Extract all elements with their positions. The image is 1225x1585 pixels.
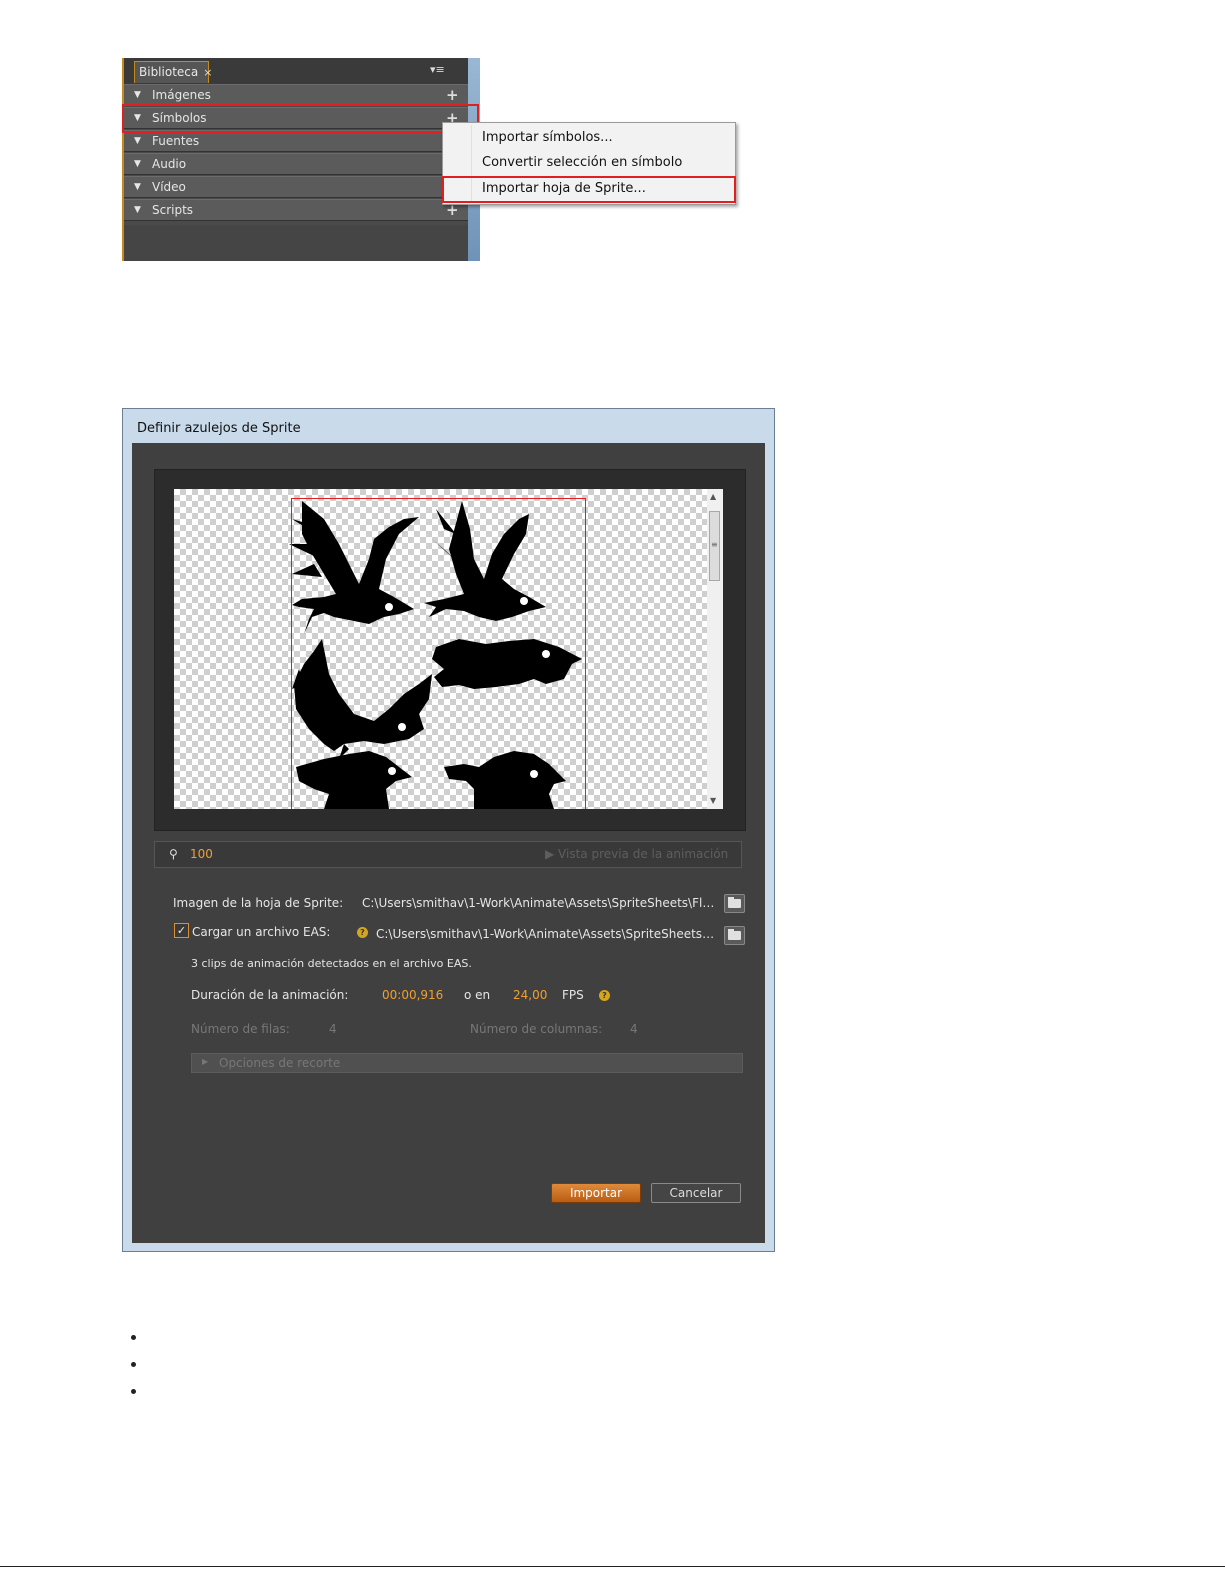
chevron-down-icon: ▼	[134, 182, 141, 192]
callout-highlight-sprite	[442, 176, 736, 203]
rows-label: Número de filas:	[191, 1022, 290, 1036]
dialog-body: ▲ ≡ ▼ ⚲ 100 ▶ Vista previa de la animaci…	[132, 443, 765, 1243]
library-empty-area	[124, 225, 468, 261]
panel-menu-icon[interactable]: ▾≡	[430, 63, 445, 76]
tab-biblioteca[interactable]: Biblioteca ×	[134, 61, 212, 83]
sprite-tiles-dialog: Definir azulejos de Sprite ▲ ≡ ▼ ⚲ 100 ▶…	[122, 408, 775, 1252]
chevron-down-icon: ▼	[134, 90, 141, 100]
import-button[interactable]: Importar	[551, 1183, 641, 1203]
search-icon: ⚲	[169, 847, 178, 861]
sprite-selection-frame	[291, 498, 586, 809]
browse-eas-button[interactable]	[724, 926, 745, 945]
or-in-label: o en	[464, 988, 491, 1002]
preview-frame: ▲ ≡ ▼	[154, 469, 746, 831]
library-panel: Biblioteca × ▾≡ ▼ Imágenes + ▼ Símbolos +…	[122, 58, 480, 261]
library-section-video[interactable]: ▼ Vídeo	[124, 176, 468, 198]
crop-options-section: ▶ Opciones de recorte	[191, 1053, 743, 1073]
cols-label: Número de columnas:	[470, 1022, 603, 1036]
zoom-value[interactable]: 100	[190, 847, 213, 861]
library-section-fuentes[interactable]: ▼ Fuentes	[124, 130, 468, 152]
library-tab-bar: Biblioteca × ▾≡	[124, 58, 468, 84]
scroll-down-icon[interactable]: ▼	[710, 796, 716, 805]
section-label: Audio	[152, 157, 187, 171]
menu-item-importar-simbolos[interactable]: Importar símbolos...	[482, 126, 613, 150]
list-bullet	[131, 1389, 136, 1394]
menu-item-convertir-seleccion[interactable]: Convertir selección en símbolo	[482, 151, 682, 175]
sprite-image-label: Imagen de la hoja de Sprite:	[173, 896, 344, 910]
preview-scrollbar[interactable]: ▲ ≡ ▼	[707, 489, 723, 809]
tab-label: Biblioteca	[139, 65, 199, 79]
plus-icon[interactable]: +	[446, 85, 459, 106]
cancel-button[interactable]: Cancelar	[651, 1183, 741, 1203]
help-icon[interactable]: ?	[599, 990, 610, 1001]
library-section-scripts[interactable]: ▼ Scripts +	[124, 199, 468, 221]
rows-value: 4	[329, 1022, 337, 1036]
section-label: Fuentes	[152, 134, 200, 148]
sprite-image-path[interactable]: C:\Users\smithav\1-Work\Animate\Assets\S…	[362, 896, 719, 910]
section-label: Imágenes	[152, 88, 211, 102]
crop-options-label: Opciones de recorte	[219, 1056, 341, 1070]
close-icon[interactable]: ×	[203, 66, 212, 79]
dialog-title: Definir azulejos de Sprite	[137, 421, 301, 436]
preview-animation-label: Vista previa de la animación	[558, 847, 729, 861]
cols-value: 4	[630, 1022, 638, 1036]
list-bullet	[131, 1362, 136, 1367]
callout-highlight-simbolos	[122, 104, 479, 133]
chevron-down-icon: ▼	[134, 205, 141, 215]
grip-icon: ≡	[711, 540, 718, 549]
folder-icon	[728, 897, 741, 908]
eas-file-path[interactable]: C:\Users\smithav\1-Work\Animate\Assets\S…	[376, 927, 718, 941]
section-label: Scripts	[152, 203, 194, 217]
duration-label: Duración de la animación:	[191, 988, 349, 1002]
chevron-down-icon: ▼	[134, 136, 141, 146]
chevron-right-icon: ▶	[202, 1057, 209, 1066]
library-section-imagenes[interactable]: ▼ Imágenes +	[124, 84, 468, 106]
eas-checkbox-label: Cargar un archivo EAS:	[192, 925, 331, 939]
chevron-down-icon: ▼	[134, 159, 141, 169]
footer-rule	[0, 1566, 1225, 1567]
fps-label: FPS	[562, 988, 584, 1002]
browse-sprite-button[interactable]	[724, 894, 745, 913]
fps-value[interactable]: 24,00	[513, 988, 547, 1002]
library-section-audio[interactable]: ▼ Audio	[124, 153, 468, 175]
zoom-bar: ⚲ 100 ▶ Vista previa de la animación	[154, 841, 742, 868]
scroll-thumb[interactable]: ≡	[709, 511, 720, 581]
preview-animation-button[interactable]: ▶ Vista previa de la animación	[545, 847, 728, 861]
scroll-up-icon[interactable]: ▲	[710, 492, 716, 501]
sprite-preview-canvas[interactable]	[174, 489, 707, 809]
folder-icon	[728, 929, 741, 940]
eas-info-text: 3 clips de animación detectados en el ar…	[191, 957, 472, 970]
duration-value[interactable]: 00:00,916	[382, 988, 443, 1002]
section-label: Vídeo	[152, 180, 186, 194]
list-bullet	[131, 1335, 136, 1340]
eas-checkbox[interactable]: ✓	[174, 923, 189, 938]
help-icon[interactable]: ?	[357, 927, 368, 938]
